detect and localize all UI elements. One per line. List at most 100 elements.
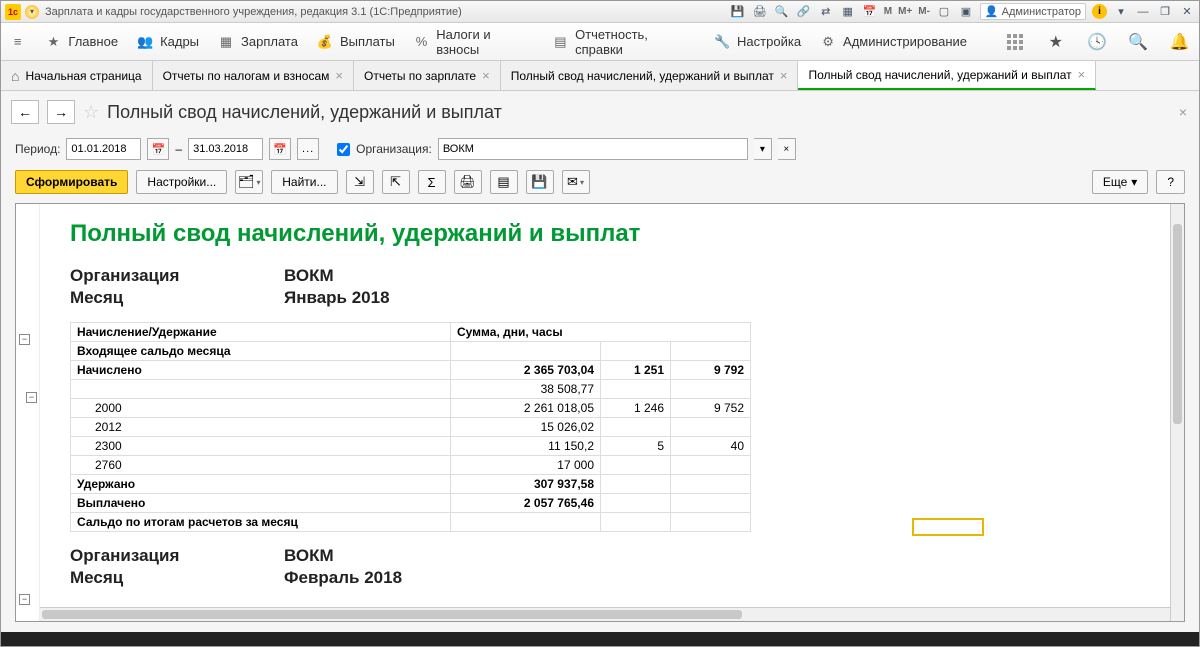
print-icon[interactable]: 🖨 xyxy=(752,4,768,20)
preview-icon[interactable]: ▤ xyxy=(490,170,518,194)
variant-button[interactable]: 🗂 xyxy=(235,170,263,194)
window2-icon[interactable]: ▣ xyxy=(958,4,974,20)
user-name: Администратор xyxy=(1002,6,1081,18)
month-label: Месяц xyxy=(70,568,284,588)
table-row: 201215 026,02 xyxy=(71,418,751,437)
menu-toggle-icon[interactable]: ≡ xyxy=(9,33,26,51)
titlebar: 1c ▾ Зарплата и кадры государственного у… xyxy=(1,1,1199,23)
print-button-icon[interactable]: 🖨 xyxy=(454,170,482,194)
compare-icon[interactable]: ⇄ xyxy=(818,4,834,20)
date-from-input[interactable] xyxy=(66,138,141,160)
report-title: Полный свод начислений, удержаний и выпл… xyxy=(70,220,1154,248)
date-from-picker-icon[interactable]: 📅 xyxy=(147,138,169,160)
menu-nalogi[interactable]: %Налоги и взносы xyxy=(413,27,534,57)
horizontal-scrollbar[interactable] xyxy=(40,607,1170,621)
org-input[interactable] xyxy=(438,138,748,160)
memory-m-plus[interactable]: M+ xyxy=(898,6,912,17)
org-value: ВОКМ xyxy=(284,546,334,566)
help-button[interactable]: ? xyxy=(1156,170,1185,194)
tab-close-icon[interactable]: × xyxy=(335,68,343,83)
menu-nastroyka[interactable]: 🔧Настройка xyxy=(713,33,801,51)
mail-icon[interactable]: ✉ xyxy=(562,170,590,194)
memory-m[interactable]: M xyxy=(884,6,892,17)
org-label: Организация xyxy=(70,546,284,566)
info-dropdown-icon[interactable]: ▾ xyxy=(1113,4,1129,20)
search-icon[interactable]: 🔍 xyxy=(774,4,790,20)
expand-groups-icon[interactable]: ⇲ xyxy=(346,170,374,194)
find-button[interactable]: Найти... xyxy=(271,170,337,194)
date-to-input[interactable] xyxy=(188,138,263,160)
memory-m-minus[interactable]: M- xyxy=(918,6,930,17)
settings-button[interactable]: Настройки... xyxy=(136,170,227,194)
table-row: 38 508,77 xyxy=(71,380,751,399)
minimize-icon[interactable]: — xyxy=(1135,4,1151,20)
menu-vyplaty[interactable]: 💰Выплаты xyxy=(316,33,395,51)
maximize-icon[interactable]: ❐ xyxy=(1157,4,1173,20)
tab-home[interactable]: ⌂Начальная страница xyxy=(1,61,153,90)
calc-icon[interactable]: ▦ xyxy=(840,4,856,20)
percent-icon: % xyxy=(413,33,430,51)
wrench-icon: 🔧 xyxy=(713,33,731,51)
main-menu: ≡ ★Главное 👥Кадры ▦Зарплата 💰Выплаты %На… xyxy=(1,23,1199,61)
tab-reports-taxes[interactable]: Отчеты по налогам и взносам× xyxy=(153,61,354,90)
favorite-star-icon[interactable]: ☆ xyxy=(83,102,99,123)
more-button[interactable]: Еще ▾ xyxy=(1092,170,1148,194)
table-row: Удержано307 937,58 xyxy=(71,475,751,494)
collapse-groups-icon[interactable]: ⇱ xyxy=(382,170,410,194)
menu-main[interactable]: ★Главное xyxy=(44,33,118,51)
month-value: Февраль 2018 xyxy=(284,568,402,588)
org-clear-icon[interactable]: × xyxy=(778,138,796,160)
doc-icon: ▤ xyxy=(552,33,569,51)
org-dropdown-icon[interactable]: ▾ xyxy=(754,138,772,160)
history-icon[interactable]: 🕓 xyxy=(1085,30,1108,54)
period-label: Период: xyxy=(15,142,60,156)
nav-forward-button[interactable]: → xyxy=(47,100,75,124)
favorite-icon[interactable]: ★ xyxy=(1044,30,1067,54)
tab-close-icon[interactable]: × xyxy=(482,68,490,83)
period-dash: – xyxy=(175,142,182,156)
generate-button[interactable]: Сформировать xyxy=(15,170,128,194)
tab-svod-1[interactable]: Полный свод начислений, удержаний и выпл… xyxy=(501,61,799,90)
user-badge[interactable]: 👤 Администратор xyxy=(980,3,1086,20)
period-select-button[interactable]: ... xyxy=(297,138,319,160)
th-sum: Сумма, дни, часы xyxy=(451,323,751,342)
vertical-scrollbar[interactable] xyxy=(1170,204,1184,621)
bell-icon[interactable]: 🔔 xyxy=(1168,30,1191,54)
save-icon[interactable]: 💾 xyxy=(730,4,746,20)
sum-icon[interactable]: Σ xyxy=(418,170,446,194)
user-icon: 👤 xyxy=(985,5,999,18)
gear-icon: ⚙ xyxy=(819,33,837,51)
menu-admin[interactable]: ⚙Администрирование xyxy=(819,33,967,51)
save-report-icon[interactable]: 💾 xyxy=(526,170,554,194)
nav-back-button[interactable]: ← xyxy=(11,100,39,124)
tab-svod-2[interactable]: Полный свод начислений, удержаний и выпл… xyxy=(798,61,1096,90)
tab-close-icon[interactable]: × xyxy=(1078,67,1086,82)
window1-icon[interactable]: ▢ xyxy=(936,4,952,20)
outline-toggle[interactable]: − xyxy=(19,594,30,605)
filter-bar: Период: 📅 – 📅 ... Организация: ▾ × xyxy=(1,133,1199,165)
tab-reports-salary[interactable]: Отчеты по зарплате× xyxy=(354,61,501,90)
app-logo-icon: 1c xyxy=(5,4,21,20)
menu-kadry[interactable]: 👥Кадры xyxy=(136,33,199,51)
home-icon: ⌂ xyxy=(11,68,19,84)
apps-grid-icon[interactable] xyxy=(1003,30,1026,54)
outline-toggle[interactable]: − xyxy=(26,392,37,403)
date-to-picker-icon[interactable]: 📅 xyxy=(269,138,291,160)
org-checkbox[interactable] xyxy=(337,143,350,156)
tab-close-icon[interactable]: × xyxy=(780,68,788,83)
outline-toggle[interactable]: − xyxy=(19,334,30,345)
search-menu-icon[interactable]: 🔍 xyxy=(1127,30,1150,54)
star-icon: ★ xyxy=(44,33,62,51)
page-header: ← → ☆ Полный свод начислений, удержаний … xyxy=(1,91,1199,133)
th-name: Начисление/Удержание xyxy=(71,323,451,342)
menu-otchet[interactable]: ▤Отчетность, справки xyxy=(552,27,695,57)
page-close-icon[interactable]: × xyxy=(1179,104,1187,120)
titlebar-dropdown-icon[interactable]: ▾ xyxy=(25,5,39,19)
calendar-icon[interactable]: 📅 xyxy=(862,4,878,20)
info-icon[interactable]: i xyxy=(1092,4,1107,19)
link-icon[interactable]: 🔗 xyxy=(796,4,812,20)
table-row: 276017 000 xyxy=(71,456,751,475)
org-label: Организация xyxy=(70,266,284,286)
close-window-icon[interactable]: ✕ xyxy=(1179,4,1195,20)
menu-zarplata[interactable]: ▦Зарплата xyxy=(217,33,298,51)
